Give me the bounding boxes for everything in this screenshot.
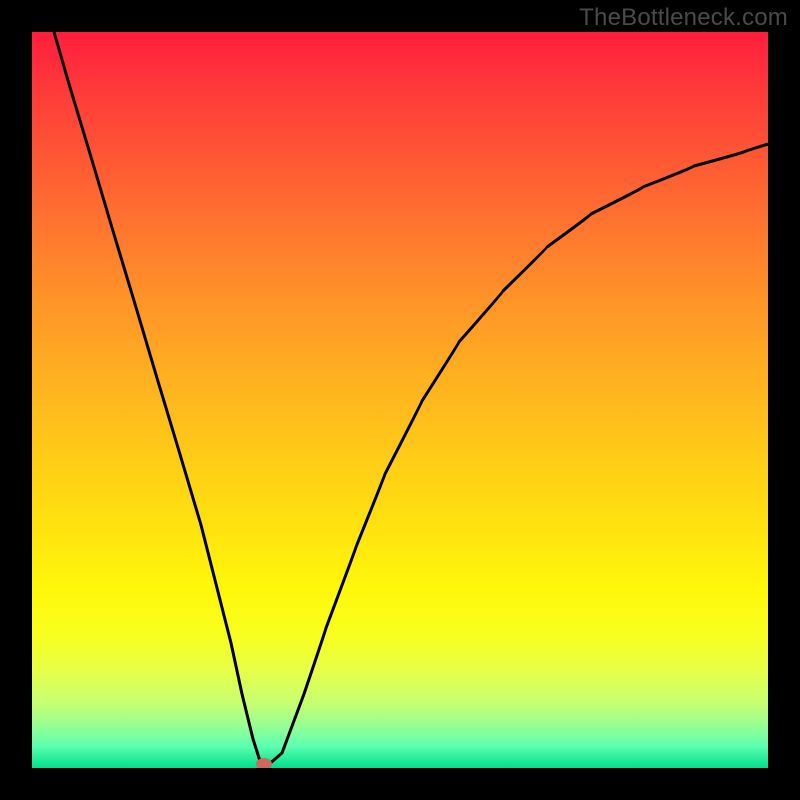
bottleneck-curve bbox=[54, 32, 768, 766]
curve-svg bbox=[32, 32, 768, 768]
plot-area bbox=[32, 32, 768, 768]
chart-frame: TheBottleneck.com bbox=[0, 0, 800, 800]
watermark-text: TheBottleneck.com bbox=[579, 4, 788, 32]
